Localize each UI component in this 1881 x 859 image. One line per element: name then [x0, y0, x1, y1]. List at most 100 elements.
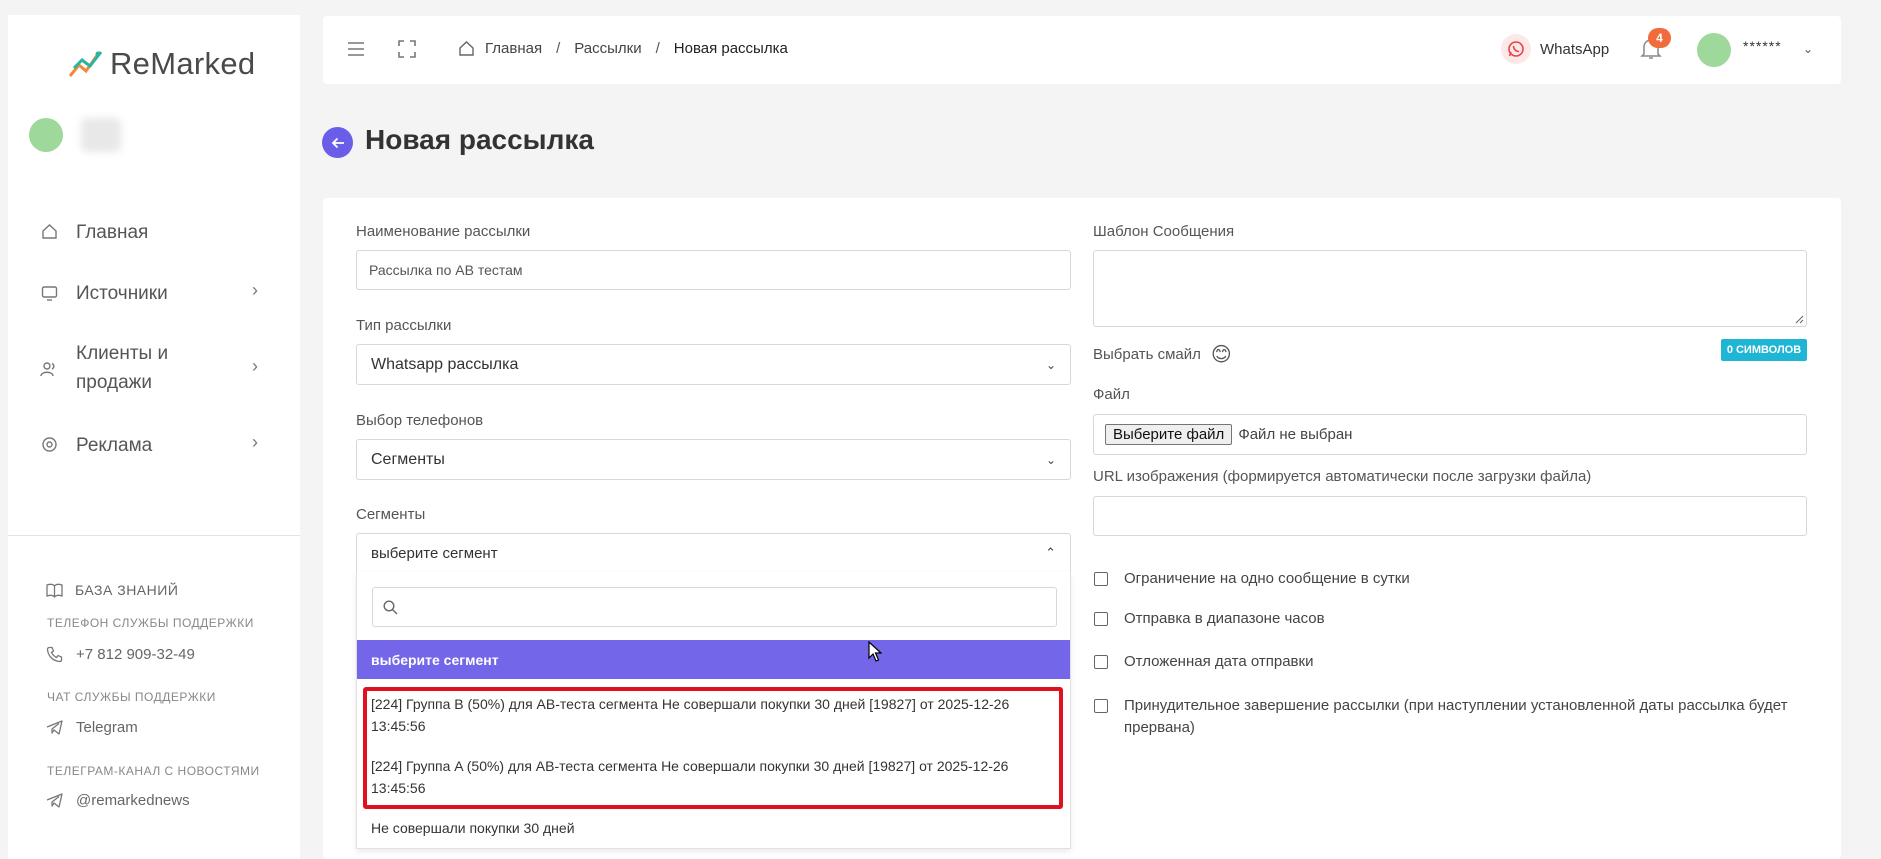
blurred-username: [81, 118, 121, 152]
sidebar-item-label: продажи: [76, 372, 152, 393]
sidebar-item-clients[interactable]: Клиенты и продажи ›: [8, 339, 300, 399]
sidebar: ReMarked Главная Источники › Клиенты и п…: [8, 15, 300, 859]
whatsapp-icon: [1501, 34, 1531, 64]
delayed-send-checkbox[interactable]: [1094, 655, 1108, 669]
daily-limit-checkbox[interactable]: [1094, 572, 1108, 586]
mailing-form: Наименование рассылки Рассылка по АВ тес…: [323, 198, 1841, 859]
breadcrumb-home[interactable]: Главная: [485, 40, 542, 57]
phone-icon: [46, 646, 63, 663]
hours-range-checkbox[interactable]: [1094, 612, 1108, 626]
dropdown-option[interactable]: Не совершали покупки 30 дней: [371, 817, 1061, 839]
support-chat: Telegram: [76, 719, 138, 736]
delayed-send-option[interactable]: Отложенная дата отправки: [1094, 651, 1313, 673]
chevron-right-icon: ›: [252, 280, 258, 300]
book-icon: [46, 583, 63, 598]
telegram-icon: [46, 793, 63, 808]
mailing-type-select[interactable]: Whatsapp рассылка ⌄: [356, 344, 1071, 385]
segment-search-input[interactable]: [372, 587, 1057, 627]
annotation-highlight-box: [363, 687, 1063, 809]
mailing-type-value: Whatsapp рассылка: [371, 355, 519, 373]
sidebar-item-home[interactable]: Главная: [8, 217, 300, 247]
avatar: [29, 118, 63, 152]
sidebar-user[interactable]: [29, 118, 121, 152]
mailing-name-label: Наименование рассылки: [356, 223, 531, 240]
support-chat-link[interactable]: Telegram: [46, 719, 138, 736]
brand-name: ReMarked: [110, 46, 256, 81]
support-phone-link[interactable]: +7 812 909-32-49: [46, 646, 195, 663]
breadcrumb-separator: /: [655, 40, 660, 57]
knowledge-base-label: БАЗА ЗНАНИЙ: [75, 582, 179, 598]
hours-range-option[interactable]: Отправка в диапазоне часов: [1094, 608, 1325, 630]
option-text: Не совершали покупки 30 дней: [371, 820, 575, 836]
file-label: Файл: [1093, 386, 1130, 403]
image-url-label: URL изображения (формируется автоматичес…: [1093, 468, 1592, 485]
file-input: Выберите файл Файл не выбран: [1093, 414, 1807, 455]
mailing-name-input[interactable]: Рассылка по АВ тестам: [356, 250, 1071, 290]
checkbox-label: Принудительное завершение рассылки (при …: [1124, 695, 1787, 739]
sidebar-item-label: Клиенты и: [76, 343, 169, 364]
news-channel-link[interactable]: @remarkednews: [46, 792, 190, 809]
news-caption: ТЕЛЕГРАМ-КАНАЛ С НОВОСТЯМИ: [47, 764, 260, 778]
segments-value: выберите сегмент: [371, 544, 498, 562]
char-counter-badge: 0 СИМВОЛОВ: [1721, 339, 1807, 361]
fullscreen-icon[interactable]: [398, 40, 416, 58]
brand-logo[interactable]: ReMarked: [68, 46, 255, 82]
username[interactable]: ******: [1743, 38, 1782, 54]
checkbox-label: Ограничение на одно сообщение в сутки: [1124, 570, 1410, 587]
chevron-right-icon: ›: [252, 432, 258, 452]
choose-file-button[interactable]: Выберите файл: [1105, 424, 1233, 445]
chat-caption: ЧАТ СЛУЖБЫ ПОДДЕРЖКИ: [47, 690, 216, 704]
support-phone: +7 812 909-32-49: [76, 646, 195, 663]
sidebar-divider: [8, 535, 300, 536]
image-url-input[interactable]: [1093, 496, 1807, 536]
daily-limit-option[interactable]: Ограничение на одно сообщение в сутки: [1094, 568, 1410, 590]
monitor-icon: [40, 284, 58, 302]
sidebar-item-sources[interactable]: Источники ›: [8, 278, 300, 308]
segments-select[interactable]: выберите сегмент ⌃: [356, 533, 1071, 573]
breadcrumb-current: Новая рассылка: [673, 40, 788, 57]
knowledge-base-link[interactable]: БАЗА ЗНАНИЙ: [46, 582, 178, 598]
users-icon: [40, 360, 58, 378]
checkbox-label: Отложенная дата отправки: [1124, 653, 1314, 670]
phones-select[interactable]: Сегменты ⌄: [356, 439, 1071, 480]
sidebar-item-label: Источники: [76, 282, 168, 304]
user-avatar[interactable]: [1697, 33, 1731, 67]
news-channel: @remarkednews: [76, 792, 190, 809]
breadcrumb-mailings[interactable]: Рассылки: [574, 40, 641, 57]
back-button[interactable]: [322, 127, 353, 158]
resize-handle-icon[interactable]: [1795, 315, 1804, 324]
whatsapp-label: WhatsApp: [1540, 40, 1610, 58]
message-template-textarea[interactable]: [1093, 250, 1807, 327]
phone-caption: ТЕЛЕФОН СЛУЖБЫ ПОДДЕРЖКИ: [47, 616, 254, 630]
chevron-down-icon: ⌄: [1045, 452, 1056, 467]
telegram-icon: [46, 720, 63, 735]
chevron-down-icon[interactable]: ⌄: [1803, 42, 1813, 56]
checkbox-label: Отправка в диапазоне часов: [1124, 610, 1325, 627]
file-status: Файл не выбран: [1238, 426, 1353, 443]
breadcrumb: Главная / Рассылки / Новая рассылка: [458, 40, 788, 57]
chevron-right-icon: ›: [252, 356, 258, 376]
topbar: Главная / Рассылки / Новая рассылка What…: [323, 16, 1841, 84]
mouse-cursor-icon: [868, 641, 882, 662]
smiley-icon[interactable]: 😊: [1211, 342, 1232, 367]
checkbox-label-line: прервана): [1124, 719, 1195, 736]
whatsapp-status[interactable]: WhatsApp: [1501, 34, 1609, 64]
chevron-up-icon: ⌃: [1045, 545, 1056, 560]
checkbox-label-line: Принудительное завершение рассылки (при …: [1124, 697, 1788, 714]
segments-dropdown: выберите сегмент [224] Группа B (50%) дл…: [356, 572, 1071, 849]
sidebar-item-label: Главная: [76, 221, 149, 243]
arrow-left-icon: [331, 137, 344, 148]
segments-label: Сегменты: [356, 506, 426, 523]
mailing-type-label: Тип рассылки: [356, 317, 452, 334]
phones-value: Сегменты: [371, 450, 445, 468]
sidebar-item-ads[interactable]: Реклама ›: [8, 430, 300, 460]
forced-finish-option[interactable]: Принудительное завершение рассылки (при …: [1094, 695, 1787, 739]
home-icon: [40, 222, 58, 240]
hamburger-menu-icon[interactable]: [347, 41, 365, 57]
dropdown-option-selected[interactable]: выберите сегмент: [357, 640, 1070, 679]
emoji-label: Выбрать смайл: [1093, 346, 1201, 363]
emoji-picker[interactable]: Выбрать смайл 😊: [1093, 342, 1232, 367]
logo-chart-icon: [68, 51, 103, 77]
forced-finish-checkbox[interactable]: [1094, 699, 1108, 713]
home-icon[interactable]: [458, 40, 475, 57]
